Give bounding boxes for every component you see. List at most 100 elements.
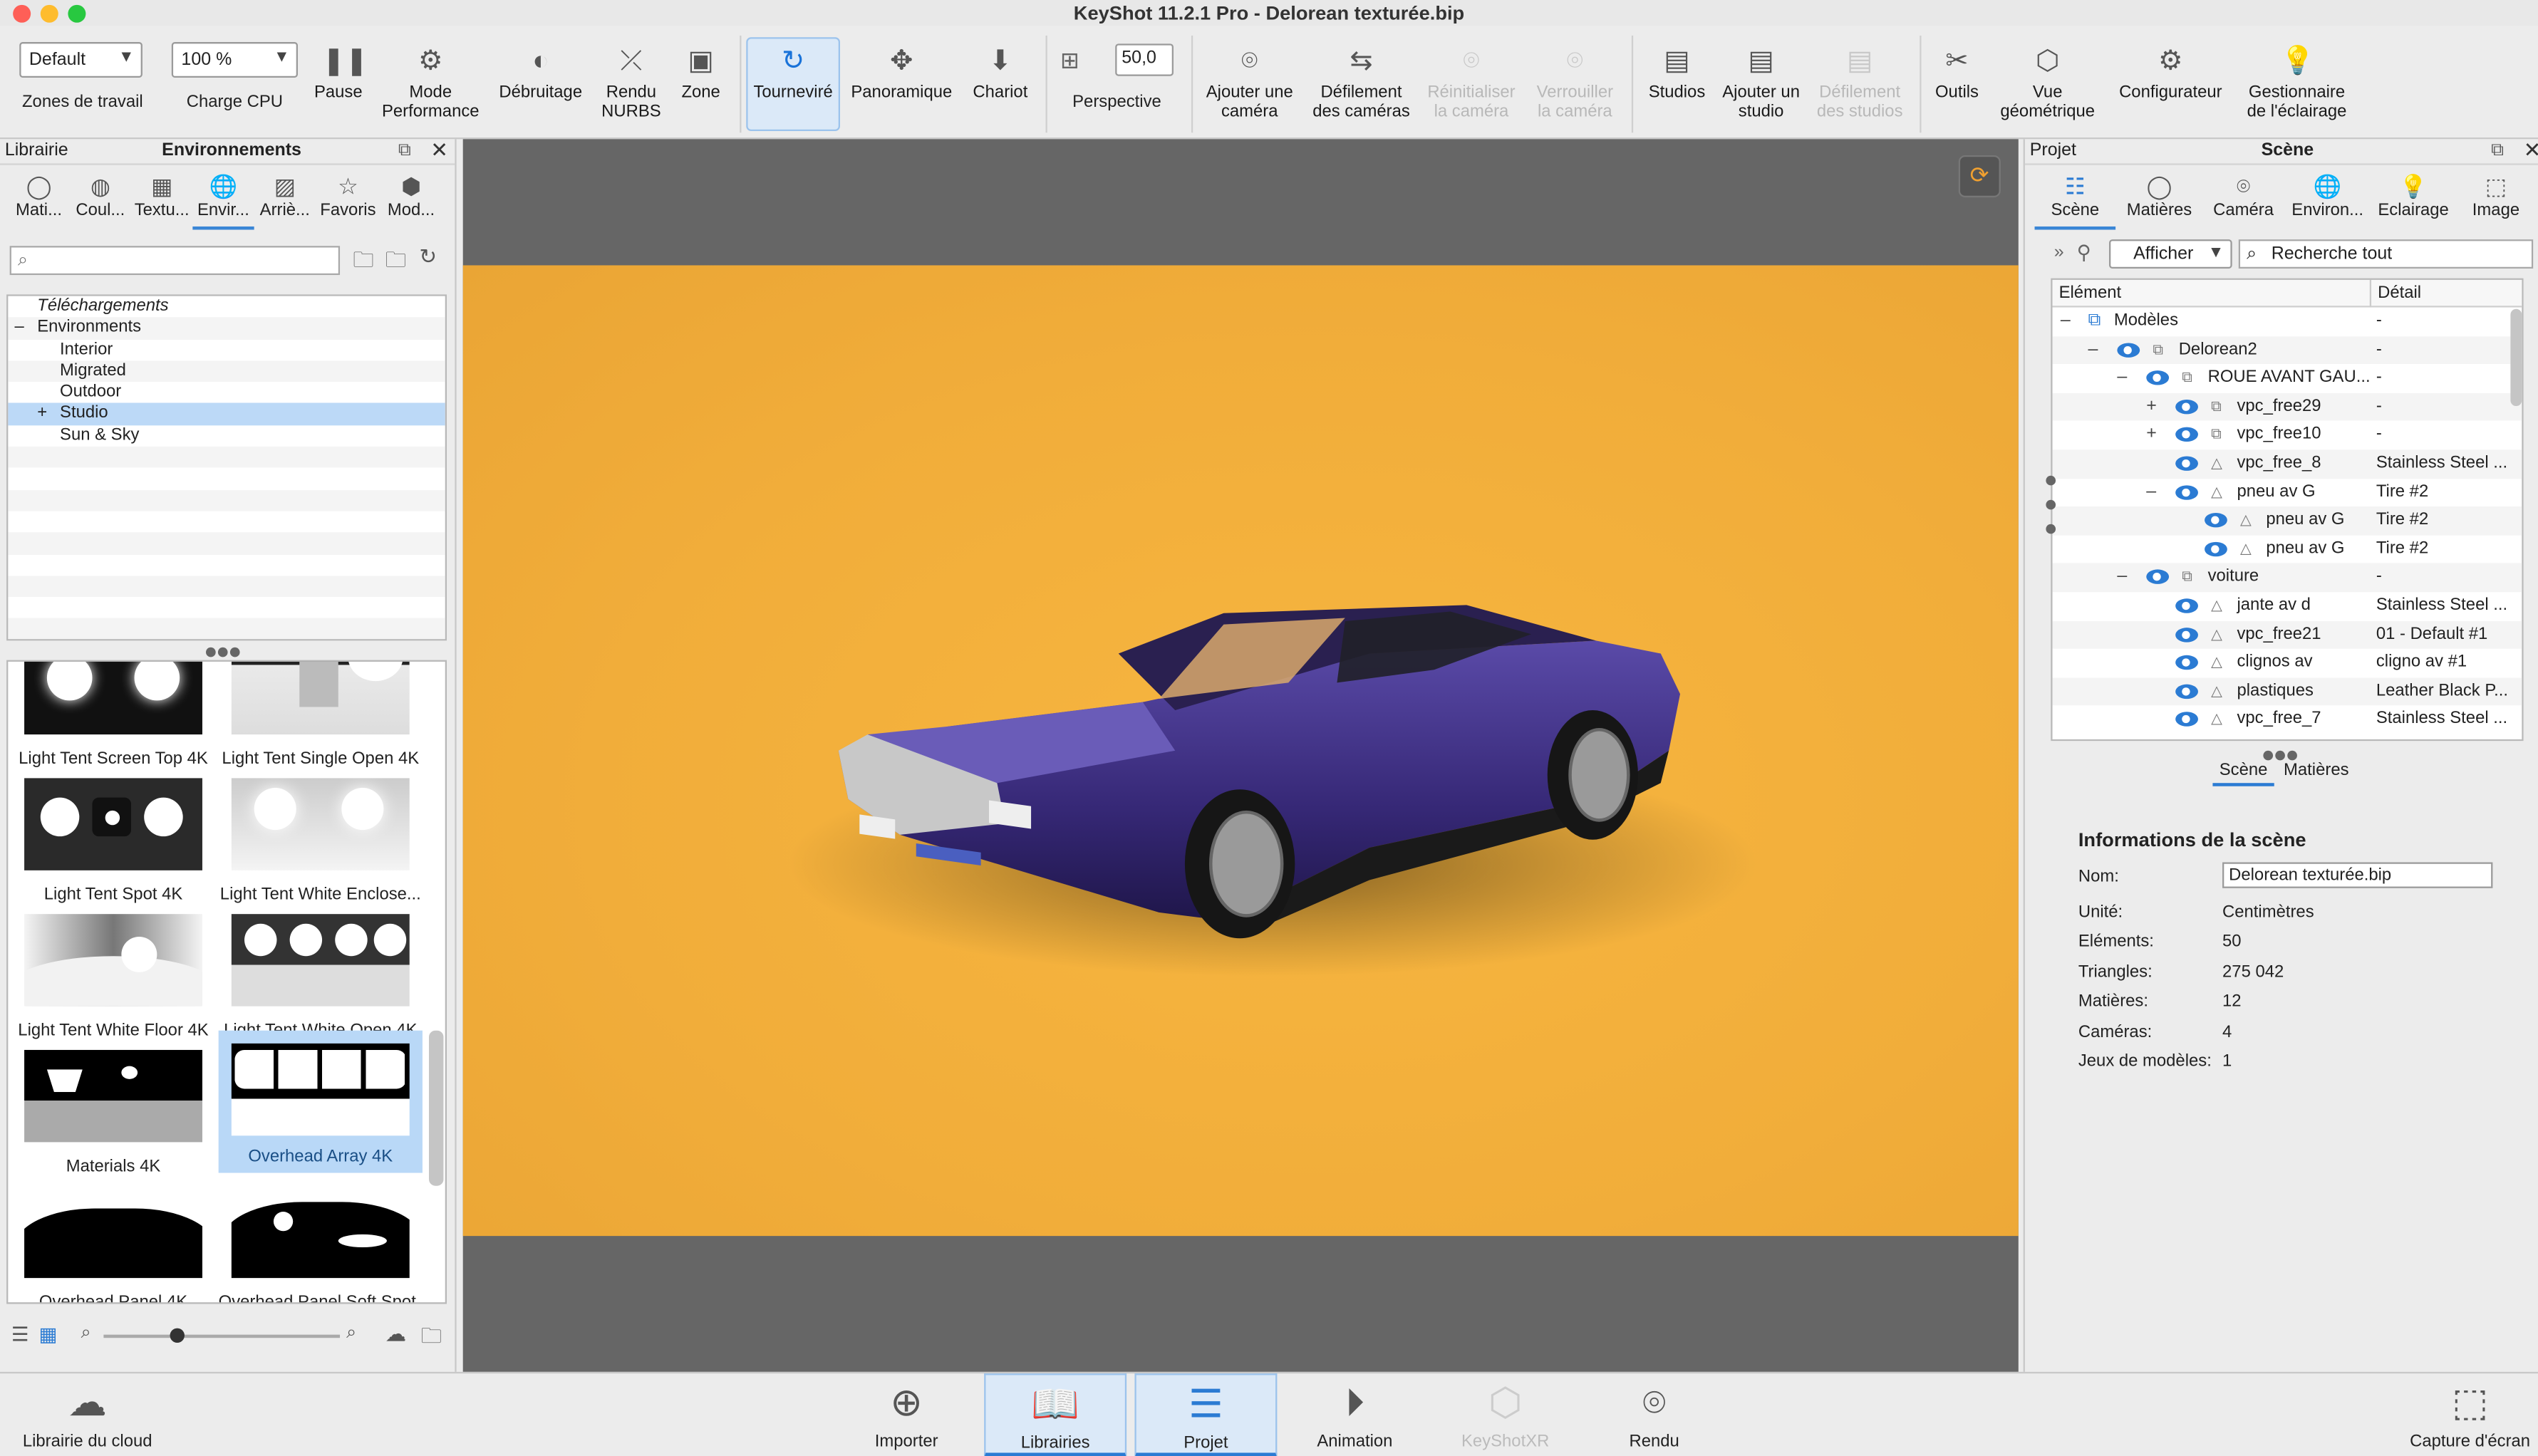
scene-row-plastiques[interactable]: △ plastiques Leather Black P... [2052, 677, 2522, 706]
tree-item-outdoor[interactable]: Outdoor [8, 382, 445, 403]
scene-name-field[interactable]: Delorean texturée.bip [2222, 862, 2493, 888]
render-button[interactable]: ⌾ Rendu [1612, 1373, 1697, 1456]
collapse-icon[interactable]: – [2088, 336, 2098, 364]
tree-item-studio[interactable]: + Studio [8, 403, 445, 425]
visibility-eye-icon[interactable] [2175, 399, 2198, 414]
add-camera-button[interactable]: ⌾ Ajouter une caméra [1198, 26, 1301, 139]
zoom-in-icon[interactable]: ⌕ [346, 1324, 356, 1345]
viewport-camera-button[interactable]: ⟳ [1958, 155, 2001, 198]
visibility-eye-icon[interactable] [2146, 570, 2170, 585]
tumble-button[interactable]: ↻ Tourneviré [746, 37, 841, 131]
tab-models[interactable]: ⬢ Mod... [380, 168, 442, 229]
tree-item-environments[interactable]: – Environments [8, 317, 445, 340]
pause-button[interactable]: ❚❚ Pause [308, 26, 369, 139]
thumbnail-light-tent-white-enclosed[interactable]: Light Tent White Enclose... [219, 778, 423, 910]
cycle-studios-button[interactable]: ▤ Défilement des studios [1806, 26, 1913, 139]
tab-materials[interactable]: ◯ Mati... [8, 168, 69, 229]
subtab-scene[interactable]: Scène [2212, 760, 2274, 786]
configurator-button[interactable]: ⚙ Configurateur [2110, 26, 2230, 139]
zone-button[interactable]: ▣ Zone [670, 26, 731, 139]
scene-search-input[interactable]: ⌕ Recherche tout [2238, 239, 2534, 269]
tools-button[interactable]: ✂ Outils [1926, 26, 1987, 139]
column-element[interactable]: Elément [2059, 280, 2122, 308]
visibility-eye-icon[interactable] [2175, 655, 2198, 670]
scene-row-vpc-free10[interactable]: + ⧉ vpc_free10 - [2053, 421, 2522, 449]
library-search-input[interactable]: ⌕ [9, 246, 341, 276]
thumbnail-light-tent-screen-top[interactable]: Light Tent Screen Top 4K [11, 661, 215, 775]
tree-item-migrated[interactable]: Migrated [8, 360, 445, 383]
thumbnail-light-tent-single-open[interactable]: Light Tent Single Open 4K [219, 661, 423, 775]
folder-import-icon[interactable]: 🗀 [385, 246, 407, 281]
add-studio-button[interactable]: ▤ Ajouter un studio [1719, 26, 1803, 139]
expand-icon[interactable]: + [37, 404, 47, 425]
project-button[interactable]: ☰ Projet [1134, 1373, 1278, 1456]
screenshot-button[interactable]: ⬚ Capture d'écran [2405, 1373, 2535, 1456]
performance-mode-button[interactable]: ⚙ Mode Performance [375, 26, 485, 139]
tab-colors[interactable]: ◍ Coul... [70, 168, 131, 229]
thumbnail-light-tent-spot[interactable]: Light Tent Spot 4K [11, 778, 215, 910]
collapse-icon[interactable]: – [2146, 478, 2156, 506]
scene-row-delorean2[interactable]: – ⧉ Delorean2 - [2052, 336, 2522, 365]
undock-icon[interactable]: ⧉ [2491, 139, 2504, 163]
visibility-eye-icon[interactable] [2146, 370, 2170, 385]
folder-import-icon[interactable]: 🗀 [421, 1321, 442, 1357]
visibility-eye-icon[interactable] [2117, 342, 2140, 357]
subtab-materials[interactable]: Matières [2281, 760, 2352, 779]
libraries-button[interactable]: 📖 Librairies [984, 1373, 1127, 1456]
geometry-view-button[interactable]: ⬡ Vue géométrique [1994, 26, 2101, 139]
visibility-eye-icon[interactable] [2175, 427, 2198, 442]
close-icon[interactable]: ✕ [2524, 137, 2538, 162]
side-splitter-handle[interactable]: ●●● [2038, 466, 2063, 539]
visibility-eye-icon[interactable] [2175, 684, 2198, 699]
slider-thumb[interactable] [170, 1328, 185, 1343]
undock-icon[interactable]: ⧉ [398, 139, 411, 163]
import-button[interactable]: ⊕ Importer [858, 1373, 955, 1456]
thumbnail-light-tent-white-floor[interactable]: Light Tent White Floor 4K [11, 914, 215, 1046]
nurbs-button[interactable]: ⤫ Rendu NURBS [596, 26, 667, 139]
denoise-button[interactable]: ◐ Débruitage [492, 26, 589, 139]
thumbnail-overhead-panel[interactable]: Overhead Panel 4K [11, 1185, 215, 1302]
zoom-window-button[interactable] [68, 4, 86, 23]
dolly-button[interactable]: ⬇ Chariot [965, 26, 1036, 139]
thumbnail-light-tent-white-open[interactable]: Light Tent White Open 4K [219, 914, 423, 1046]
cpu-select[interactable]: 100 % ▼ [171, 42, 298, 78]
visibility-eye-icon[interactable] [2175, 456, 2198, 471]
visibility-eye-icon[interactable] [2205, 541, 2227, 556]
tab-lighting[interactable]: 💡 Eclairage [2371, 168, 2455, 229]
cycle-cameras-button[interactable]: ⇆ Défilement des caméras [1305, 26, 1418, 139]
expand-panel-icon[interactable]: » [2054, 243, 2064, 262]
tab-favorites[interactable]: ☆ Favoris [316, 168, 380, 229]
tab-environments[interactable]: 🌐 Envir... [192, 168, 254, 230]
scene-row-voiture[interactable]: – ⧉ voiture - [2052, 563, 2522, 593]
thumbnail-overhead-array[interactable]: Overhead Array 4K [218, 1030, 423, 1173]
tab-camera[interactable]: ⌾ Caméra [2203, 168, 2284, 229]
tab-environment[interactable]: 🌐 Environ... [2284, 168, 2371, 229]
collapse-icon[interactable]: – [2117, 364, 2127, 392]
show-filter-select[interactable]: Afficher ▼ [2109, 239, 2232, 269]
reset-camera-button[interactable]: ⌾ Réinitialiser la caméra [1421, 26, 1522, 139]
tab-image[interactable]: ⬚ Image [2455, 168, 2537, 229]
tree-item-interior[interactable]: Interior [8, 339, 445, 360]
scene-row-modeles[interactable]: – ⧉ Modèles - [2053, 308, 2522, 336]
visibility-eye-icon[interactable] [2175, 598, 2198, 613]
scene-row-jante-av-d[interactable]: △ jante av d Stainless Steel ... [2053, 592, 2522, 620]
tab-scene[interactable]: ☷ Scène [2034, 168, 2116, 230]
scene-row-vpc-free21[interactable]: △ vpc_free21 01 - Default #1 [2052, 620, 2522, 649]
collapse-icon[interactable]: – [2061, 308, 2071, 336]
thumbnail-size-slider[interactable] [103, 1328, 341, 1343]
tab-materials[interactable]: ◯ Matières [2115, 168, 2203, 229]
scene-row-roue-avant[interactable]: – ⧉ ROUE AVANT GAU... - [2053, 364, 2522, 392]
perspective-field[interactable]: 50,0 [1115, 43, 1174, 76]
scene-table-scrollbar[interactable] [2510, 308, 2522, 407]
tree-item-downloads[interactable]: Téléchargements [8, 296, 445, 318]
cloud-library-button[interactable]: ☁ Librairie du cloud [13, 1373, 162, 1456]
workspace-select[interactable]: Default ▼ [19, 42, 143, 78]
thumbnail-overhead-panel-soft-spot[interactable]: Overhead Panel Soft Spot... [219, 1185, 423, 1302]
column-detail[interactable]: Détail [2369, 279, 2421, 308]
visibility-eye-icon[interactable] [2175, 484, 2198, 499]
scene-row-pneu-av-g[interactable]: – △ pneu av G Tire #2 [2053, 478, 2522, 506]
scene-row-pneu-av-g-child[interactable]: △ pneu av G Tire #2 [2052, 506, 2522, 536]
expand-icon[interactable]: + [2146, 421, 2157, 449]
refresh-icon[interactable]: ↻ [419, 244, 437, 270]
folder-add-icon[interactable]: 🗀 [353, 246, 374, 281]
